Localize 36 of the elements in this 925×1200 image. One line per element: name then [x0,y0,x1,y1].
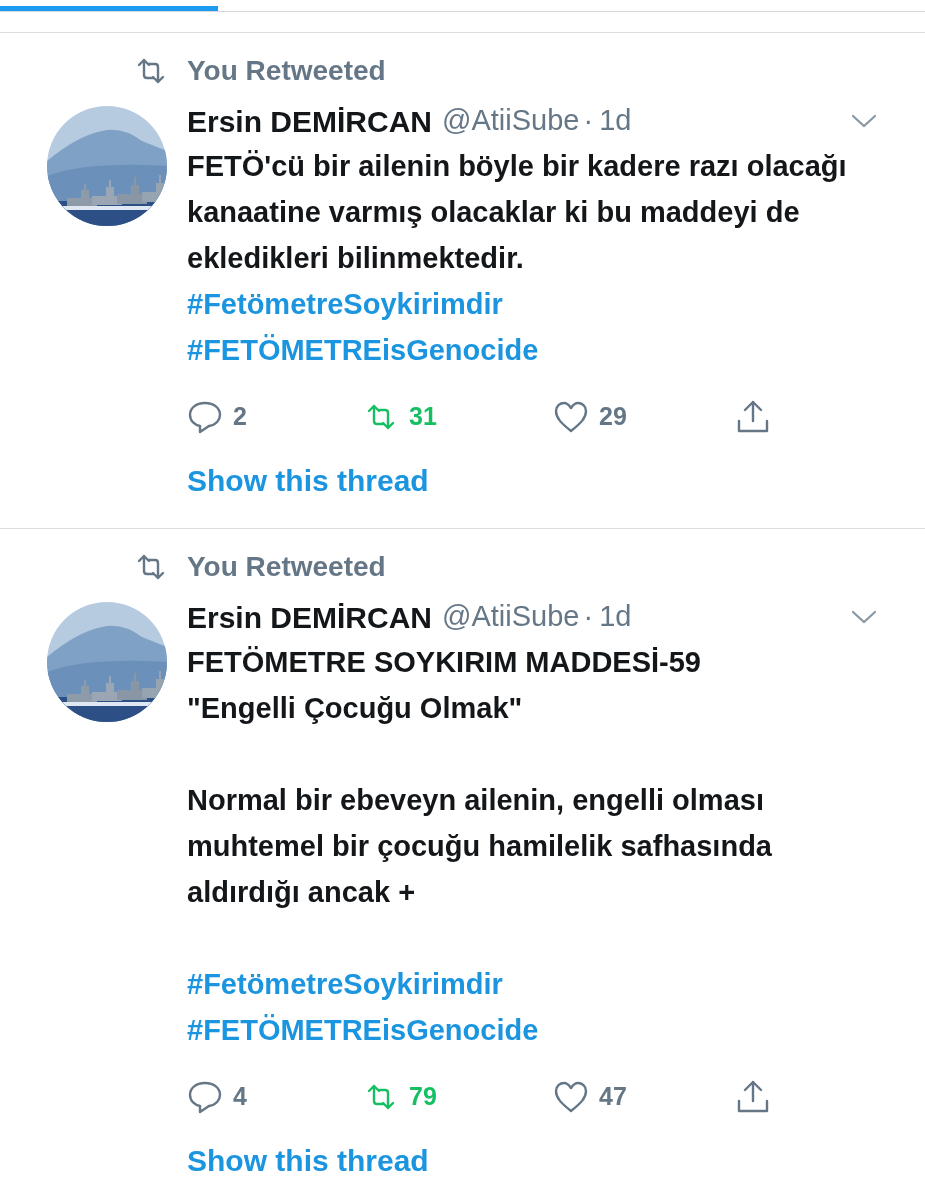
reply-icon[interactable] [187,1079,223,1115]
heart-icon[interactable] [553,399,589,435]
social-context: You Retweeted [187,54,386,88]
hashtag-link[interactable]: #FetömetreSoykirimdir [187,281,503,327]
share-icon[interactable] [735,399,771,435]
retweet-icon [137,553,165,581]
reply-count: 4 [233,1081,247,1113]
tweet-text: FETÖMETRE SOYKIRIM MADDESİ-59 [187,645,702,680]
author-handle: @AtiiSube [442,103,580,139]
retweet-icon [137,57,165,85]
heart-icon[interactable] [553,1079,589,1115]
author-name: Ersin DEMİRCAN [187,599,433,636]
retweet-count: 31 [409,401,437,433]
like-count: 29 [599,401,627,433]
retweet-count: 79 [409,1081,437,1113]
hashtag-link[interactable]: #FETÖMETREisGenocide [187,1007,539,1053]
tweet-text: FETÖ'cü bir ailenin böyle bir kadere razı olacağı kanaatine varmış olacaklar ki bu maddeyi de ekledikleri bilinmektedir. [187,149,848,276]
like-count: 47 [599,1081,627,1113]
chevron-down-icon[interactable] [851,609,877,625]
author-handle: @AtiiSube [442,599,580,635]
tweet-text: Normal bir ebeveyn ailenin, engelli olması muhtemel bir çocuğu hamilelik safhasında aldırdığı ancak + [187,783,773,910]
social-context: You Retweeted [187,550,386,584]
show-thread-link[interactable]: Show this thread [187,458,429,502]
separator: · [583,103,594,139]
share-icon[interactable] [735,1079,771,1115]
hashtag-link[interactable]: #FETÖMETREisGenocide [187,327,539,373]
chevron-down-icon[interactable] [851,113,877,129]
tweet-time: 1d [599,103,632,139]
reply-icon[interactable] [187,399,223,435]
hashtag-link[interactable]: #FetömetreSoykirimdir [187,961,503,1007]
author-name: Ersin DEMİRCAN [187,103,433,140]
reply-count: 2 [233,401,247,433]
tweet-text: "Engelli Çocuğu Olmak" [187,691,524,726]
separator: · [583,599,594,635]
tweet-time: 1d [599,599,632,635]
show-thread-link[interactable]: Show this thread [187,1138,429,1182]
